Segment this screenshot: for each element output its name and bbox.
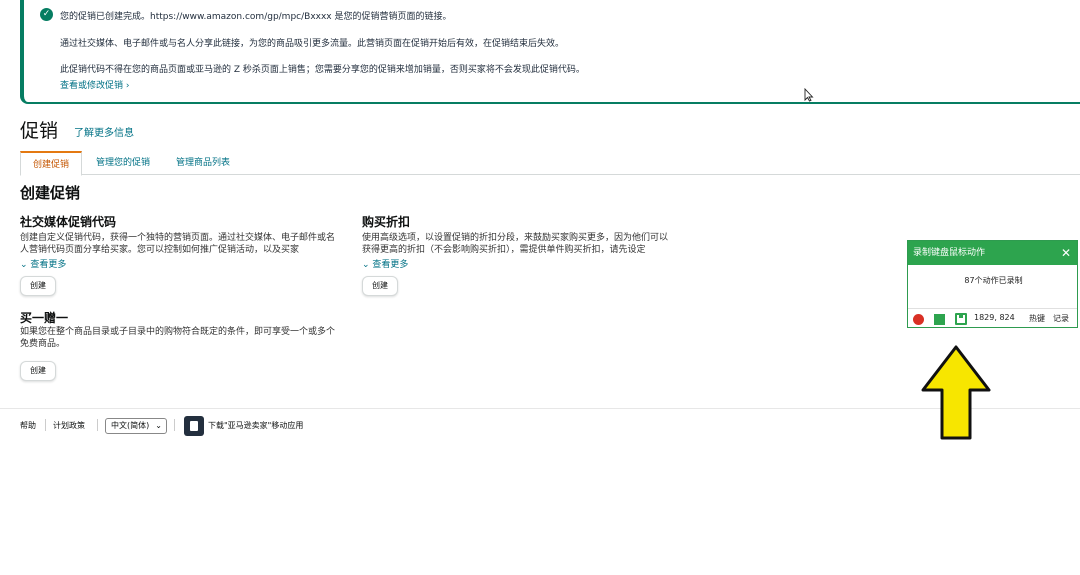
see-more-label: 查看更多	[372, 260, 409, 270]
recorder-panel: 录制键盘鼠标动作 ✕ 87个动作已录制 1829, 824 热键 记录	[907, 240, 1078, 328]
page-title: 促销	[20, 120, 59, 142]
social-promo-see-more[interactable]: ⌄ 查看更多	[20, 257, 66, 270]
success-banner: ✓ 您的促销已创建完成。https://www.amazon.com/gp/mp…	[20, 0, 1080, 104]
chevron-down-icon: ⌄	[362, 260, 373, 270]
close-icon[interactable]: ✕	[1061, 241, 1071, 265]
banner-line-3: 此促销代码不得在您的商品页面或亚马逊的 Z 秒杀页面上销售；您需要分享您的促销来…	[60, 65, 585, 75]
download-app-link[interactable]: 下载"亚马逊卖家"移动应用	[208, 420, 303, 431]
bogo-title: 买一赠一	[20, 311, 69, 325]
bogo-create-button[interactable]: 创建	[20, 361, 56, 381]
chevron-down-icon: ⌄	[155, 421, 162, 430]
see-more-label: 查看更多	[30, 260, 67, 270]
recorded-count: 87个动作已录制	[964, 276, 1023, 285]
learn-more-link[interactable]: 了解更多信息	[74, 124, 134, 139]
language-value: 中文(简体)	[111, 421, 150, 430]
hotkey-button[interactable]: 热键	[1029, 313, 1045, 324]
chevron-down-icon: ⌄	[20, 260, 31, 270]
purchase-discount-title: 购买折扣	[362, 215, 411, 229]
social-promo-title: 社交媒体促销代码	[20, 215, 117, 229]
footer-divider	[0, 408, 1080, 409]
purchase-discount-create-button[interactable]: 创建	[362, 276, 398, 296]
check-circle-icon: ✓	[40, 8, 53, 21]
tab-manage-product-selection[interactable]: 管理商品列表	[164, 151, 242, 175]
record-icon[interactable]	[913, 314, 924, 325]
mouse-cursor-icon	[804, 88, 814, 102]
program-policy-link[interactable]: 计划政策	[53, 420, 85, 431]
mouse-coordinates: 1829, 824	[974, 313, 1015, 322]
stop-icon[interactable]	[934, 314, 945, 325]
up-arrow-icon	[921, 345, 991, 440]
purchase-discount-desc: 使用高级选项，以设置促销的折扣分段，来鼓励买家购买更多，因为他们可以获得更高的折…	[362, 233, 669, 254]
language-select[interactable]: 中文(简体) ⌄	[105, 418, 167, 434]
tab-create-promotion[interactable]: 创建促销	[20, 151, 83, 176]
bogo-desc: 如果您在整个商品目录或子目录中的购物符合既定的条件，即可享受一个或多个免费商品。	[20, 327, 336, 349]
footer-separator	[45, 419, 46, 431]
recorder-title: 录制键盘鼠标动作	[913, 248, 986, 258]
tab-bar: 创建促销 管理您的促销 管理商品列表	[20, 151, 1080, 176]
banner-line-2: 通过社交媒体、电子邮件或与名人分享此链接，为您的商品吸引更多流量。此营销页面在促…	[60, 39, 565, 49]
shopping-bag-icon	[184, 416, 204, 436]
purchase-discount-see-more[interactable]: ⌄ 查看更多	[362, 257, 408, 270]
social-promo-create-button[interactable]: 创建	[20, 276, 56, 296]
section-title: 创建促销	[20, 184, 81, 202]
log-button[interactable]: 记录	[1053, 313, 1069, 324]
footer-separator	[97, 419, 98, 431]
recorder-header: 录制键盘鼠标动作 ✕	[908, 241, 1077, 265]
social-promo-desc: 创建自定义促销代码，获得一个独特的营销页面。通过社交媒体、电子邮件或名人营销代码…	[20, 233, 336, 254]
banner-line-1: 您的促销已创建完成。https://www.amazon.com/gp/mpc/…	[60, 12, 452, 22]
recorder-toolbar: 1829, 824 热键 记录	[908, 308, 1077, 328]
save-icon[interactable]	[955, 313, 967, 325]
help-link[interactable]: 帮助	[20, 420, 36, 431]
view-edit-promotion-link[interactable]: 查看或修改促销 ›	[60, 78, 129, 91]
tab-manage-promotions[interactable]: 管理您的促销	[84, 151, 162, 175]
footer-separator	[174, 419, 175, 431]
